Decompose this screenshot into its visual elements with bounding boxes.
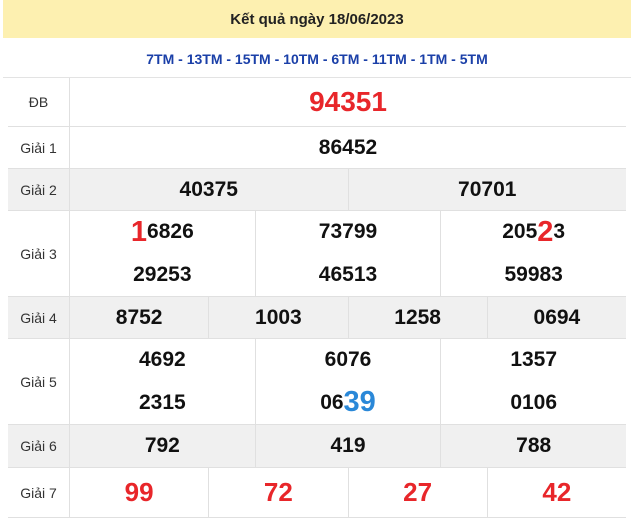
label-prize-1: Giải 1 — [8, 127, 70, 168]
prize-6-value: 792 — [70, 425, 256, 467]
prize-5-value: 4692 — [70, 339, 256, 382]
prize-3-value: 46513 — [256, 253, 442, 296]
prize-7-value: 72 — [209, 468, 349, 517]
prize-1-value: 86452 — [318, 135, 378, 159]
prize-4-value: 0694 — [533, 305, 581, 329]
row-prize-4: Giải 4 8752 1003 1258 0694 — [8, 297, 626, 339]
label-prize-2: Giải 2 — [8, 169, 70, 210]
results-panel: Kết quả ngày 18/06/2023 7TM - 13TM - 15T… — [3, 0, 631, 526]
label-special: ĐB — [8, 78, 70, 126]
prize-3-value: 205 2 3 — [502, 215, 566, 248]
prize-2-value: 70701 — [458, 177, 517, 201]
label-prize-4: Giải 4 — [8, 297, 70, 338]
row-prize-1: Giải 1 86452 — [8, 127, 626, 169]
row-prize-7: Giải 7 99 72 27 42 — [8, 468, 626, 518]
highlight-digits: 39 — [343, 386, 376, 419]
prize-3-value: 73799 — [256, 211, 442, 254]
prize-5-value: 06 39 — [256, 381, 442, 424]
row-prize-5: Giải 5 4692 6076 1357 2315 06 39 0106 — [8, 339, 626, 425]
label-prize-6: Giải 6 — [8, 425, 70, 467]
prize-7-value: 27 — [349, 468, 488, 517]
row-prize-2: Giải 2 40375 70701 — [8, 169, 626, 211]
prize-3-value: 59983 — [504, 262, 563, 286]
row-prize-3: Giải 3 1 6826 73799 205 2 3 29253 46513 599… — [8, 211, 626, 297]
highlight-digit: 2 — [537, 215, 554, 248]
label-prize-3: Giải 3 — [8, 211, 70, 296]
highlight-digit: 1 — [130, 215, 148, 248]
row-prize-6: Giải 6 792 419 788 — [8, 425, 626, 468]
special-prize-value: 94351 — [309, 86, 387, 117]
prize-3-value: 29253 — [70, 253, 256, 296]
prize-7-value: 42 — [542, 477, 572, 507]
prize-5-value: 1357 — [510, 348, 558, 372]
prize-4-value: 8752 — [70, 297, 210, 338]
label-prize-5: Giải 5 — [8, 339, 70, 424]
row-special-prize: ĐB 94351 — [8, 78, 626, 127]
ticket-codes: 7TM - 13TM - 15TM - 10TM - 6TM - 11TM - … — [3, 41, 631, 78]
prize-4-value: 1258 — [349, 297, 488, 338]
prize-2-value: 40375 — [70, 169, 349, 210]
prize-5-value: 2315 — [70, 381, 256, 424]
prize-4-value: 1003 — [209, 297, 349, 338]
page-title: Kết quả ngày 18/06/2023 — [3, 0, 631, 38]
prize-5-value: 0106 — [510, 390, 558, 414]
prize-5-value: 6076 — [256, 339, 442, 382]
prize-6-value: 788 — [516, 434, 552, 457]
prize-6-value: 419 — [256, 425, 442, 467]
label-prize-7: Giải 7 — [8, 468, 70, 517]
prize-7-value: 99 — [70, 468, 210, 517]
prize-3-value: 1 6826 — [70, 211, 256, 254]
